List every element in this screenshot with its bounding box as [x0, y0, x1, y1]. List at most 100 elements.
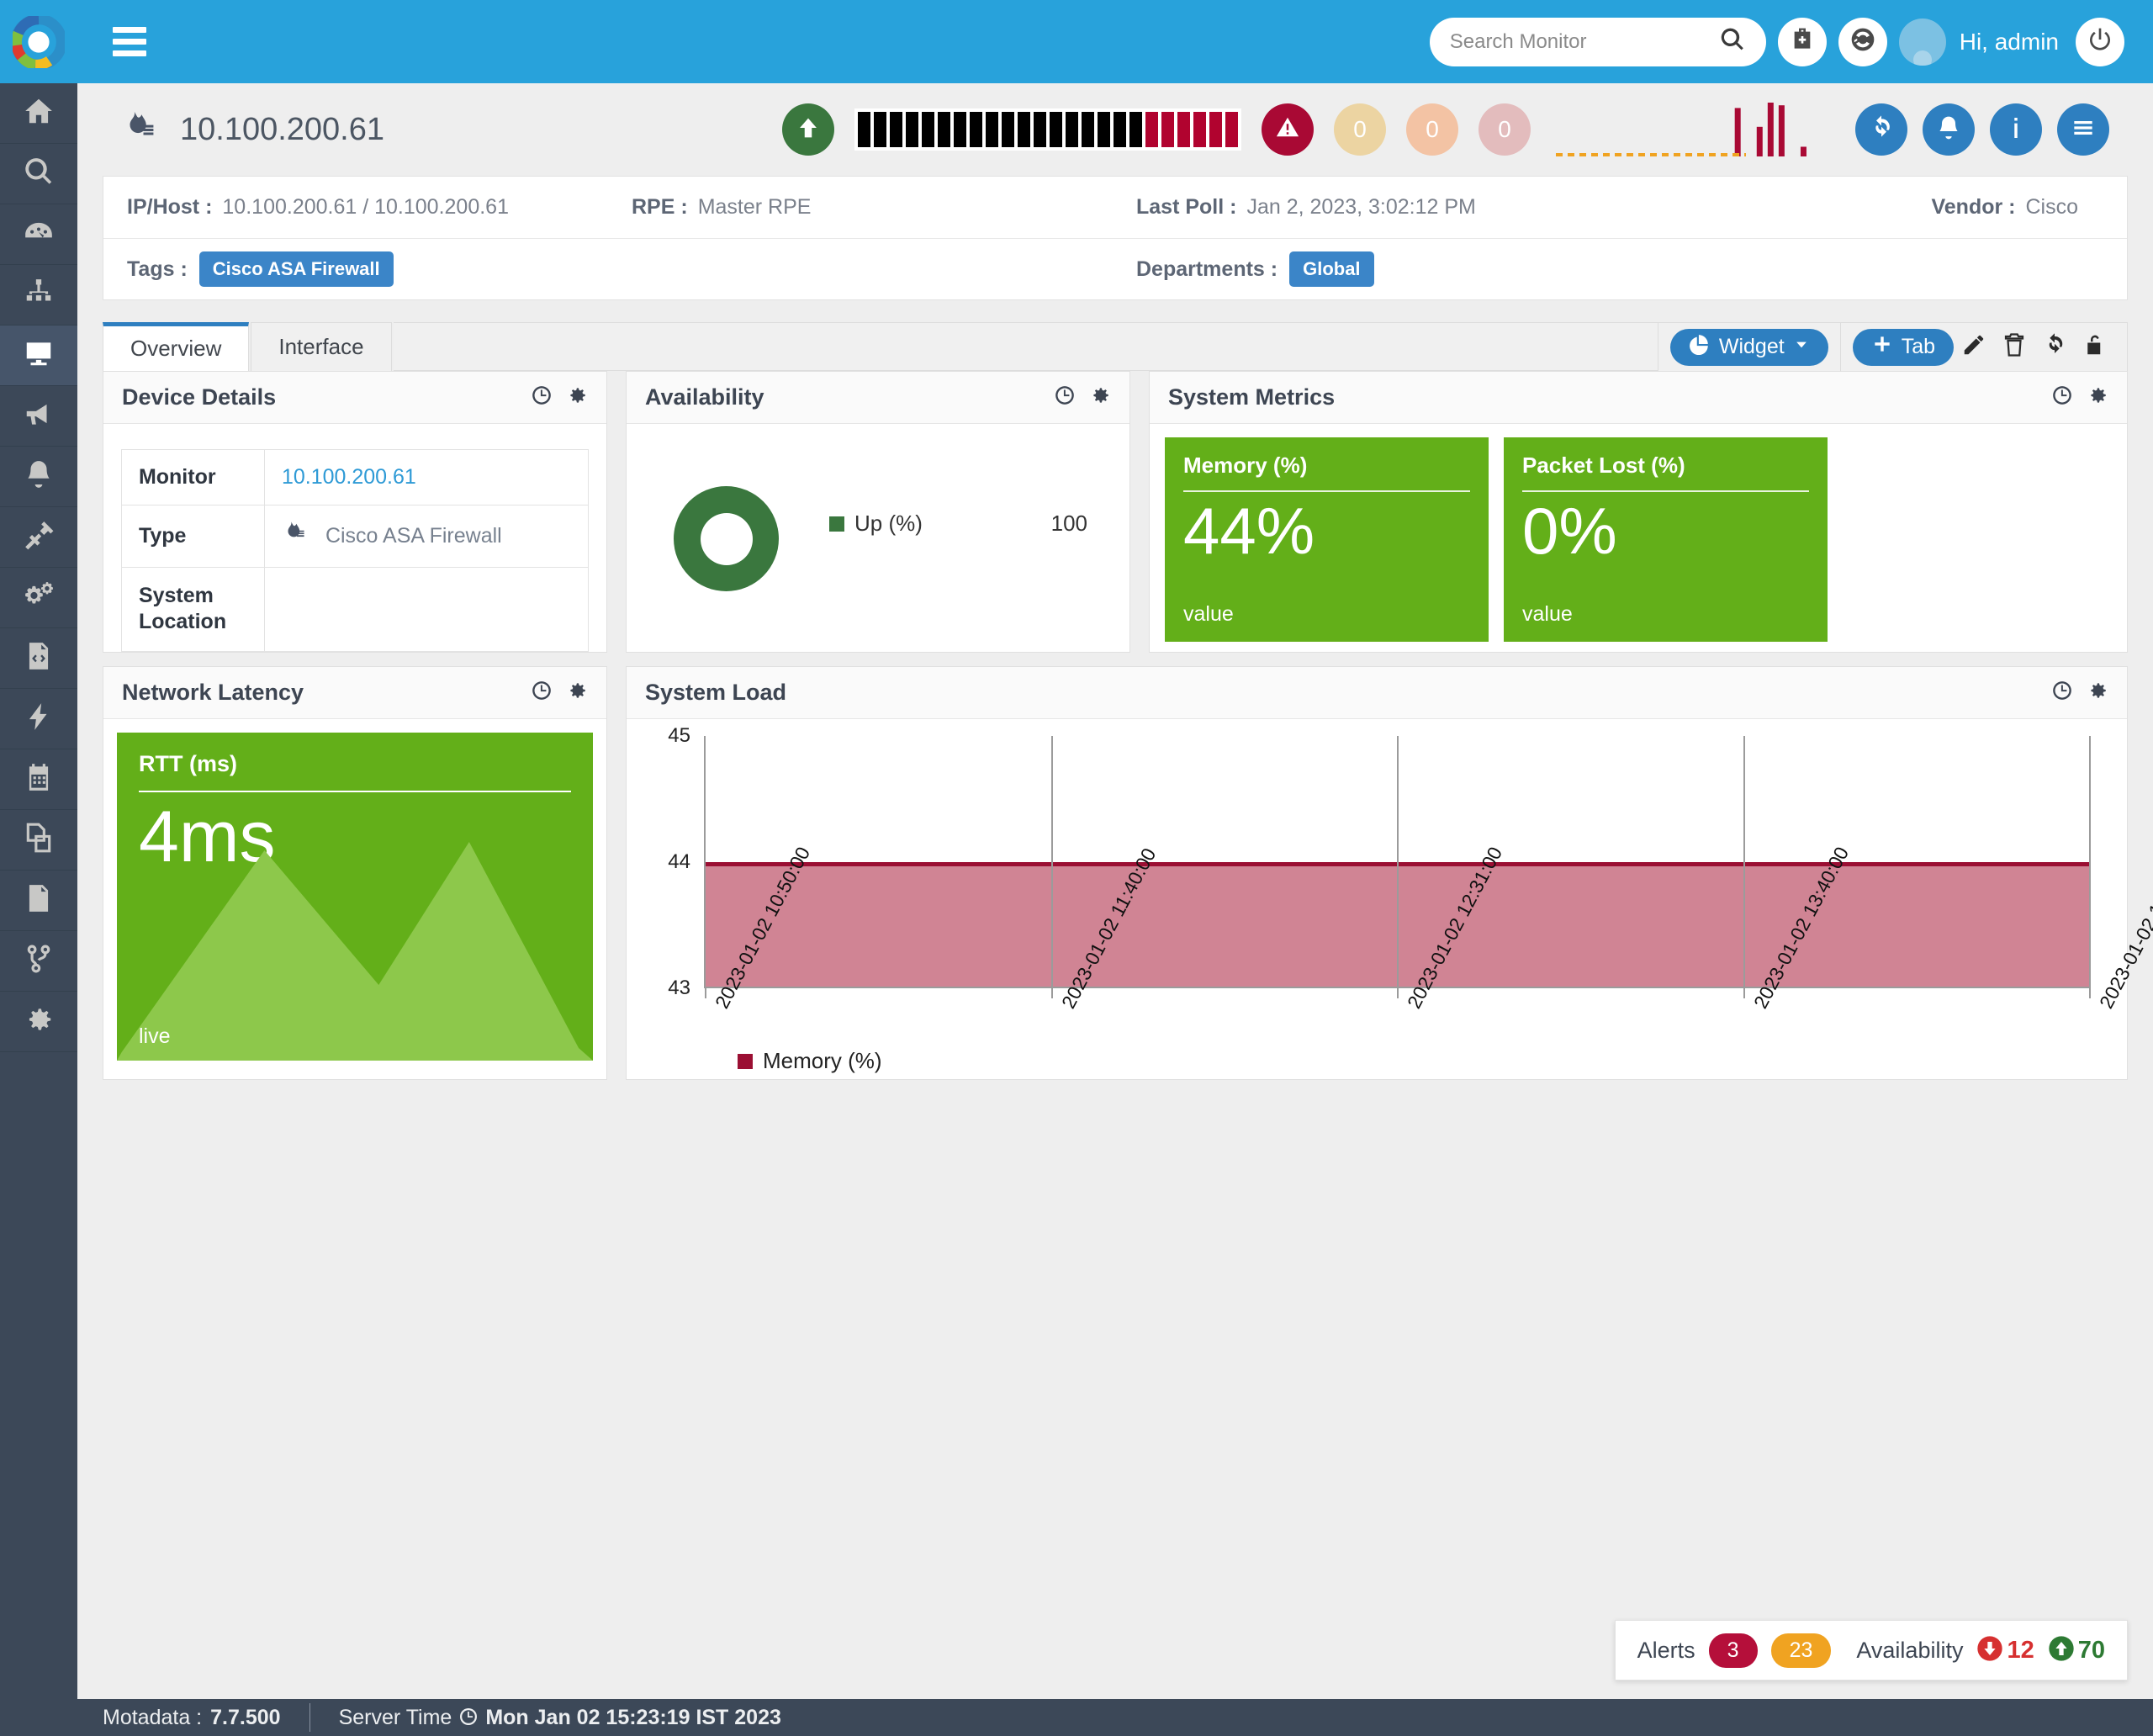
tab-overview[interactable]: Overview	[103, 322, 250, 371]
sidebar-item-alerts[interactable]	[0, 447, 77, 507]
search-input[interactable]	[1449, 29, 1719, 54]
refresh-icon[interactable]	[2042, 332, 2067, 362]
alerts-label: Alerts	[1637, 1637, 1695, 1663]
alerts-status-bar: Alerts 3 23 Availability 12 70	[1614, 1620, 2128, 1680]
legend-swatch	[829, 516, 844, 532]
latency-title: RTT (ms)	[139, 751, 237, 776]
unlock-icon[interactable]	[2082, 332, 2108, 362]
search-box[interactable]	[1429, 17, 1766, 66]
plus-icon	[1871, 333, 1893, 361]
gear-icon[interactable]	[2087, 384, 2108, 410]
sidebar-item-integrations[interactable]	[0, 507, 77, 568]
sidebar-item-scripts[interactable]	[0, 628, 77, 689]
gear-icon[interactable]	[2087, 680, 2108, 706]
sidebar-item-settings-gears[interactable]	[0, 568, 77, 628]
table-row: Type Cisco ASA Firewall	[120, 505, 590, 568]
status-badge-major[interactable]: 0	[1334, 103, 1386, 156]
refresh-button[interactable]	[1855, 103, 1907, 156]
clock-icon[interactable]	[531, 384, 553, 410]
status-badge-critical[interactable]	[1262, 103, 1314, 156]
status-badge-warning[interactable]: 0	[1479, 103, 1531, 156]
sidebar-item-search[interactable]	[0, 144, 77, 204]
footer-server-time-label: Server Time	[338, 1705, 452, 1729]
availability-segment	[954, 112, 966, 147]
search-icon[interactable]	[1719, 26, 1746, 57]
metric-tile-memory: Memory (%) 44% value	[1165, 437, 1489, 642]
branch-icon	[23, 943, 55, 979]
legend-label: Up (%)	[854, 511, 923, 536]
availability-up-group[interactable]: 70	[2048, 1635, 2105, 1666]
sidebar-item-announcements[interactable]	[0, 386, 77, 447]
sidebar-item-reports[interactable]	[0, 871, 77, 931]
chart-legend: Memory (%)	[738, 1048, 882, 1074]
page-title: 10.100.200.61	[180, 111, 385, 147]
status-badge-major-count: 0	[1353, 116, 1367, 142]
chart-gridline	[1397, 736, 1399, 988]
chart-x-tick	[1397, 988, 1399, 998]
status-badge-minor[interactable]: 0	[1406, 103, 1458, 156]
sidebar-item-workflow[interactable]	[0, 931, 77, 992]
trash-icon[interactable]	[2002, 332, 2027, 362]
search-icon	[23, 156, 55, 192]
logout-button[interactable]	[2076, 17, 2124, 66]
sidebar-item-inventory[interactable]	[0, 810, 77, 871]
sidebar-item-scheduler[interactable]	[0, 749, 77, 810]
latency-footer: live	[139, 1024, 171, 1048]
clock-icon[interactable]	[1054, 384, 1076, 410]
availability-segment	[986, 112, 998, 147]
monitor-link[interactable]: 10.100.200.61	[282, 465, 416, 489]
widget-device-details: Device Details Monitor 10.100.200.61 Typ…	[103, 371, 607, 653]
alerts-warning-count[interactable]: 23	[1770, 1633, 1832, 1668]
alert-sparkline	[1551, 103, 1820, 156]
more-menu-button[interactable]	[2057, 103, 2109, 156]
metric-footer: value	[1522, 602, 1573, 626]
clock-icon[interactable]	[531, 680, 553, 706]
alert-sparkline-svg	[1556, 103, 1807, 156]
info-button[interactable]	[1990, 103, 2042, 156]
availability-segment	[890, 112, 902, 147]
table-row: System Location	[120, 567, 590, 652]
gear-icon[interactable]	[566, 680, 588, 706]
clock-icon[interactable]	[2051, 680, 2073, 706]
gear-icon[interactable]	[1089, 384, 1111, 410]
tag-badge[interactable]: Cisco ASA Firewall	[198, 251, 394, 287]
chart-x-tick	[1743, 988, 1745, 998]
availability-segment	[858, 112, 870, 147]
info-tags: Tags : Cisco ASA Firewall	[127, 251, 1136, 287]
widget-dropdown-button[interactable]: Widget	[1669, 328, 1828, 366]
sidebar-item-topology[interactable]	[0, 265, 77, 326]
divider	[1522, 490, 1809, 492]
gear-icon[interactable]	[566, 384, 588, 410]
menu-toggle-icon[interactable]	[113, 27, 146, 56]
main-content: 10.100.200.61 0 0 0 IP/Host: 10.100.200…	[77, 83, 2153, 1699]
availability-down-count: 12	[2007, 1636, 2034, 1664]
avatar[interactable]	[1898, 18, 1946, 66]
sidebar-item-automation[interactable]	[0, 689, 77, 749]
footer-version: 7.7.500	[210, 1705, 281, 1729]
status-up-badge[interactable]	[782, 103, 834, 156]
firewall-flame-icon	[121, 110, 156, 150]
alerts-critical-count[interactable]: 3	[1708, 1633, 1758, 1668]
info-last-poll-value: Jan 2, 2023, 3:02:12 PM	[1246, 195, 1476, 219]
sidebar-item-dashboard[interactable]	[0, 204, 77, 265]
home-icon	[23, 95, 55, 131]
clock-icon[interactable]	[2051, 384, 2073, 410]
sidebar-item-home[interactable]	[0, 83, 77, 144]
sidebar-item-monitors[interactable]	[0, 326, 77, 386]
alerts-button[interactable]	[1923, 103, 1975, 156]
footer-server-time-value: Mon Jan 02 15:23:19 IST 2023	[485, 1705, 781, 1729]
availability-down-group[interactable]: 12	[1976, 1635, 2034, 1666]
toolkit-button[interactable]	[1777, 17, 1827, 66]
help-button[interactable]	[1838, 17, 1887, 66]
bell-icon	[23, 458, 55, 495]
info-rpe-label: RPE :	[632, 195, 688, 219]
widget-controls	[2051, 384, 2108, 410]
metric-value: 0%	[1522, 494, 1617, 568]
brand-logo[interactable]	[0, 0, 77, 83]
add-tab-button[interactable]: Tab	[1852, 328, 1954, 366]
tab-interface[interactable]: Interface	[251, 322, 392, 371]
sidebar-item-admin-settings[interactable]	[0, 992, 77, 1052]
pencil-icon[interactable]	[1961, 332, 1986, 362]
department-badge[interactable]: Global	[1289, 251, 1374, 287]
availability-segment-bar	[854, 108, 1241, 151]
